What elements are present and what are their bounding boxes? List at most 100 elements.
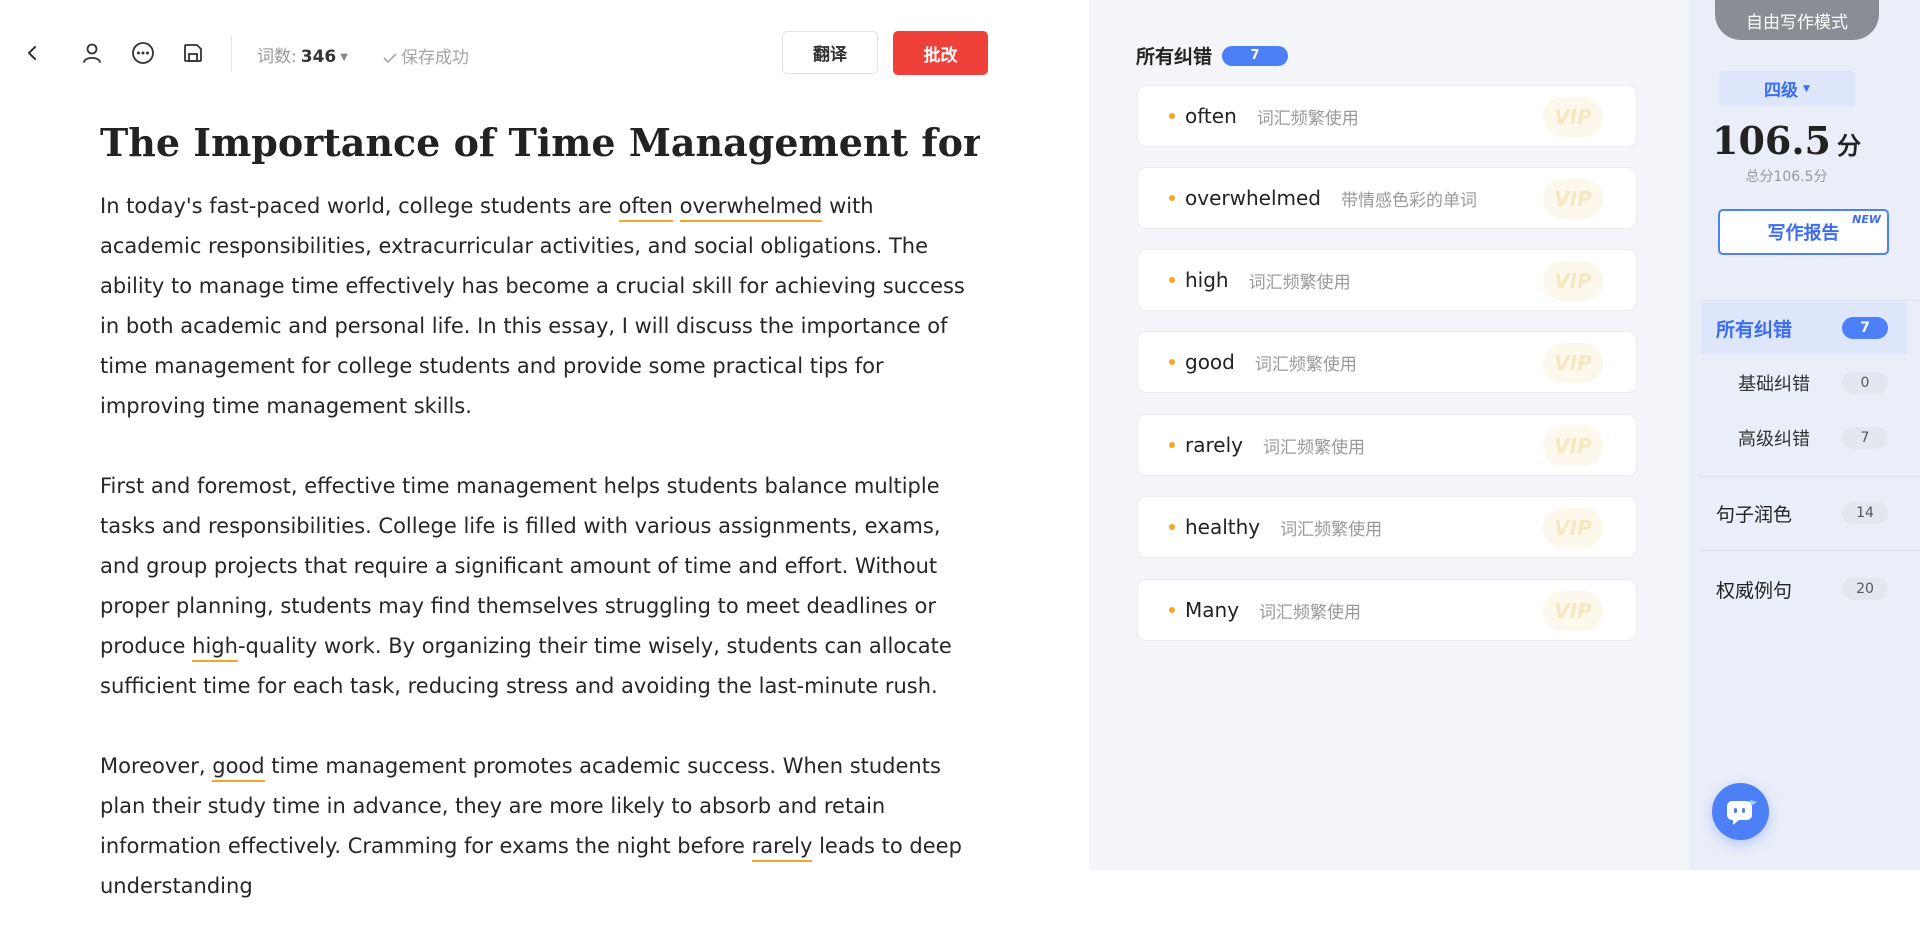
bullet-dot-icon [1169,607,1175,613]
correct-button[interactable]: 批改 [893,31,988,75]
word-count-value: 346 [300,47,337,67]
essay-body[interactable]: In today's fast-paced world, college stu… [100,186,980,946]
translate-button[interactable]: 翻译 [782,31,878,74]
paragraph: In today's fast-paced world, college stu… [100,186,980,426]
new-tag: NEW [1852,213,1881,226]
vip-badge: VIP [1543,591,1603,631]
nav-label: 权威例句 [1716,579,1793,602]
error-card-high[interactable]: high 词汇频繁使用 VIP [1137,249,1637,311]
nav-count: 20 [1842,578,1888,600]
save-icon[interactable] [178,38,208,68]
errors-panel: 所有纠错 7 often 词汇频繁使用 VIP overwhelmed 带情感色… [1089,0,1689,870]
error-word: Many [1185,598,1240,622]
score-subtitle: 总分106.5分 [1745,169,1828,185]
text-run: First and foremost, effective time manag… [100,474,941,658]
chat-assistant-button[interactable] [1712,783,1769,840]
error-word: often [1185,104,1237,128]
error-card-many[interactable]: Many 词汇频繁使用 VIP [1137,579,1637,641]
vip-badge: VIP [1543,426,1603,466]
score-unit: 分 [1837,131,1861,160]
bullet-dot-icon [1169,442,1175,448]
error-word: rarely [1185,433,1243,457]
nav-label: 高级纠错 [1738,429,1810,450]
essay-title[interactable]: The Importance of Time Management for Co… [100,116,980,170]
divider [1699,476,1920,477]
back-icon[interactable] [17,38,47,68]
editor-toolbar: 词数: 346 ▼ 保存成功 翻译 批改 [0,0,1089,108]
check-icon [383,53,397,64]
report-label: 写作报告 [1767,223,1840,244]
nav-label: 基础纠错 [1738,374,1810,395]
bullet-dot-icon [1169,277,1175,283]
total-score: 106.5 分 [1699,118,1874,163]
vip-badge: VIP [1543,97,1603,137]
word-count-label: 词数: [257,47,297,67]
text-run [673,194,680,218]
text-run: In today's fast-paced world, college stu… [100,194,619,218]
paragraph: First and foremost, effective time manag… [100,466,980,706]
bullet-dot-icon [1169,195,1175,201]
flagged-word[interactable]: often [618,194,673,222]
error-type: 词汇频繁使用 [1280,519,1383,540]
chat-bot-icon [1726,799,1757,825]
more-icon[interactable] [128,38,158,68]
user-icon[interactable] [77,38,107,68]
error-card-rarely[interactable]: rarely 词汇频繁使用 VIP [1137,414,1637,476]
errors-count-badge: 7 [1222,45,1289,66]
nav-example-sentences[interactable]: 权威例句 20 [1701,563,1907,615]
word-count[interactable]: 词数: 346 ▼ [257,42,348,67]
error-type: 词汇频繁使用 [1256,108,1359,129]
vip-badge: VIP [1543,179,1603,219]
error-card-good[interactable]: good 词汇频繁使用 VIP [1137,331,1637,393]
nav-basic-errors[interactable]: 基础纠错 0 [1701,357,1907,409]
nav-count: 0 [1842,372,1888,394]
caret-down-icon: ▼ [340,52,348,63]
error-word: healthy [1185,515,1261,539]
nav-count: 7 [1842,427,1888,449]
flagged-word[interactable]: good [212,754,265,782]
error-card-often[interactable]: often 词汇频繁使用 VIP [1137,85,1637,147]
caret-down-icon: ▼ [1803,83,1810,94]
score-value: 106.5 [1712,118,1831,163]
nav-label: 所有纠错 [1716,318,1793,341]
save-status-text: 保存成功 [401,48,469,68]
level-value: 四级 [1764,81,1799,101]
divider [1699,300,1920,301]
score-sidebar: 自由写作模式 四级 ▼ 106.5 分 总分106.5分 写作报告 NEW 所有纠错… [1689,0,1920,870]
vip-badge: VIP [1543,343,1603,383]
vip-badge: VIP [1543,261,1603,301]
bullet-dot-icon [1169,113,1175,119]
error-card-overwhelmed[interactable]: overwhelmed 带情感色彩的单词 VIP [1137,167,1637,229]
text-run: with academic responsibilities, extracur… [100,194,965,418]
nav-all-errors[interactable]: 所有纠错 7 [1701,302,1907,354]
toolbar-divider [231,36,232,72]
save-status: 保存成功 [383,43,469,68]
error-card-healthy[interactable]: healthy 词汇频繁使用 VIP [1137,496,1637,558]
divider [1699,550,1920,551]
bullet-dot-icon [1169,524,1175,530]
bullet-dot-icon [1169,359,1175,365]
paragraph: Moreover, good time management promotes … [100,746,980,906]
editor-pane: 词数: 346 ▼ 保存成功 翻译 批改 The Importance of Tim… [0,0,1089,898]
flagged-word[interactable]: rarely [751,834,813,862]
nav-label: 句子润色 [1716,503,1793,526]
errors-title: 所有纠错 [1136,46,1213,68]
error-word: high [1185,268,1229,292]
flagged-word[interactable]: overwhelmed [679,194,823,222]
error-type: 词汇频繁使用 [1254,354,1357,375]
writing-report-button[interactable]: 写作报告 NEW [1718,209,1889,255]
error-type: 词汇频繁使用 [1262,437,1365,458]
error-word: overwhelmed [1185,186,1321,210]
errors-header: 所有纠错 7 [1136,42,1289,69]
text-run: Moreover, [100,754,213,778]
nav-sentence-polish[interactable]: 句子润色 14 [1701,487,1907,539]
nav-count: 7 [1842,317,1888,339]
level-select[interactable]: 四级 ▼ [1719,71,1855,106]
error-type: 带情感色彩的单词 [1340,190,1477,211]
error-type: 词汇频繁使用 [1248,272,1351,293]
nav-advanced-errors[interactable]: 高级纠错 7 [1701,412,1907,464]
writing-mode-tab[interactable]: 自由写作模式 [1715,0,1879,40]
error-word: good [1185,350,1235,374]
nav-count: 14 [1842,502,1888,524]
flagged-word[interactable]: high [192,634,238,662]
